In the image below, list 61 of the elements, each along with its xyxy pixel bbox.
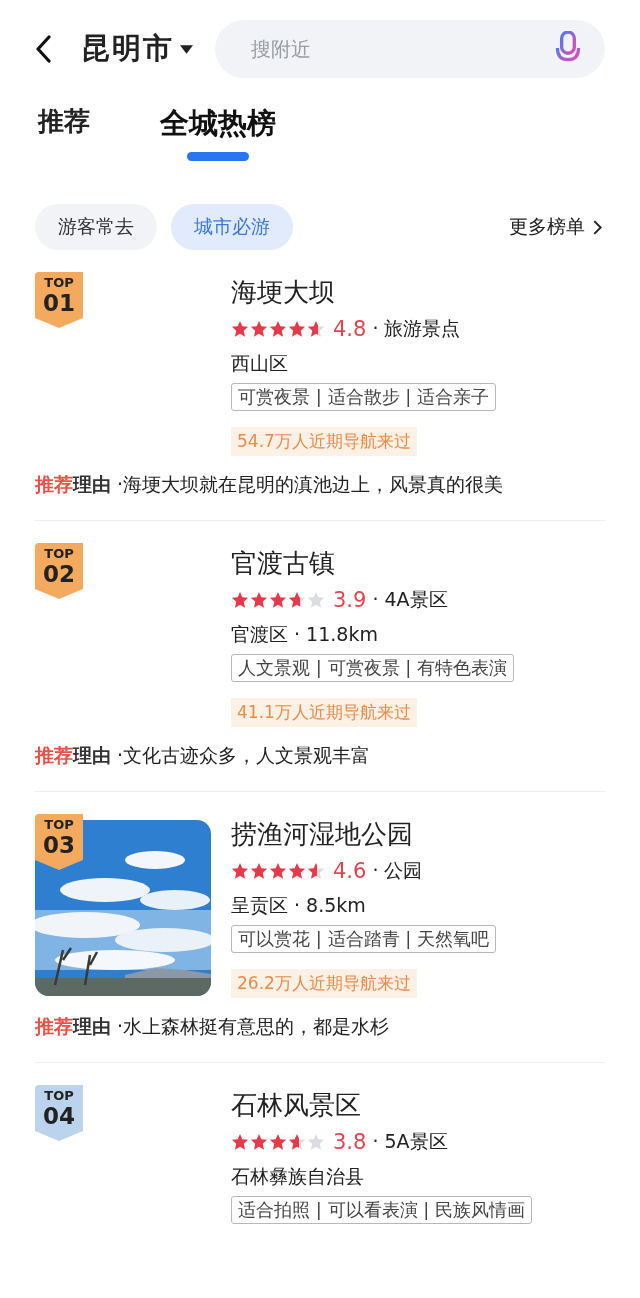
star-icon bbox=[307, 1133, 325, 1151]
place-name[interactable]: 海埂大坝 bbox=[231, 272, 335, 312]
star-icon bbox=[269, 862, 287, 880]
star-icon bbox=[288, 862, 306, 880]
category-label: · 5A景区 bbox=[372, 1129, 448, 1154]
feature-tags: 人文景观 | 可赏夜景 | 有特色表演 bbox=[231, 654, 514, 682]
star-icon bbox=[250, 1133, 268, 1151]
location-text: 官渡区 · 11.8km bbox=[231, 622, 378, 647]
category-label: · 旅游景点 bbox=[372, 316, 461, 341]
back-icon[interactable] bbox=[35, 35, 51, 63]
tab[interactable]: 全城热榜 bbox=[160, 104, 276, 144]
feature-tags: 适合拍照 | 可以看表演 | 民族风情画 bbox=[231, 1196, 532, 1224]
visit-count: 26.2万人近期导航来过 bbox=[231, 969, 417, 998]
star-icon bbox=[307, 320, 325, 338]
star-icon bbox=[288, 1133, 306, 1151]
star-icon bbox=[269, 1133, 287, 1151]
tab[interactable]: 推荐 bbox=[38, 104, 90, 139]
category-label: · 4A景区 bbox=[372, 587, 448, 612]
category-label: · 公园 bbox=[372, 858, 423, 883]
more-lists-link[interactable]: 更多榜单 bbox=[509, 214, 602, 240]
star-icon bbox=[269, 591, 287, 609]
star-icon bbox=[250, 320, 268, 338]
filter-chip[interactable]: 城市必游 bbox=[171, 204, 293, 250]
star-icon bbox=[231, 862, 249, 880]
recommend-reason: 推荐理由 ·文化古迹众多，人文景观丰富 bbox=[35, 743, 372, 768]
place-name[interactable]: 捞渔河湿地公园 bbox=[231, 814, 413, 854]
rating-score: 3.9 bbox=[333, 588, 367, 612]
search-field[interactable]: 搜附近 bbox=[215, 20, 605, 78]
visit-count: 41.1万人近期导航来过 bbox=[231, 698, 417, 727]
star-icon bbox=[307, 591, 325, 609]
place-name[interactable]: 石林风景区 bbox=[231, 1085, 361, 1125]
star-icon bbox=[250, 862, 268, 880]
location-text: 石林彝族自治县 bbox=[231, 1164, 364, 1189]
rating-score: 4.6 bbox=[333, 859, 367, 883]
rank-badge: TOP 01 bbox=[35, 272, 83, 328]
recommend-reason: 推荐理由 ·海埂大坝就在昆明的滇池边上，风景真的很美 bbox=[35, 472, 505, 497]
star-icon bbox=[307, 862, 325, 880]
tab-indicator bbox=[187, 152, 249, 161]
star-icon bbox=[231, 1133, 249, 1151]
place-name[interactable]: 官渡古镇 bbox=[231, 543, 335, 583]
rank-badge: TOP 03 bbox=[35, 814, 83, 870]
star-icon bbox=[231, 320, 249, 338]
location-text: 呈贡区 · 8.5km bbox=[231, 893, 366, 918]
rating-score: 4.8 bbox=[333, 317, 367, 341]
star-icon bbox=[250, 591, 268, 609]
chevron-right-icon bbox=[593, 219, 602, 235]
feature-tags: 可赏夜景 | 适合散步 | 适合亲子 bbox=[231, 383, 496, 411]
rating-score: 3.8 bbox=[333, 1130, 367, 1154]
rank-badge: TOP 02 bbox=[35, 543, 83, 599]
star-icon bbox=[288, 320, 306, 338]
filter-chip[interactable]: 游客常去 bbox=[35, 204, 157, 250]
visit-count: 54.7万人近期导航来过 bbox=[231, 427, 417, 456]
star-icon bbox=[269, 320, 287, 338]
city-selector[interactable]: 昆明市 bbox=[81, 29, 193, 69]
rank-badge: TOP 04 bbox=[35, 1085, 83, 1141]
caret-icon bbox=[180, 44, 193, 54]
location-text: 西山区 bbox=[231, 351, 288, 376]
star-icon bbox=[288, 591, 306, 609]
feature-tags: 可以赏花 | 适合踏青 | 天然氧吧 bbox=[231, 925, 496, 953]
star-icon bbox=[231, 591, 249, 609]
recommend-reason: 推荐理由 ·水上森林挺有意思的，都是水杉 bbox=[35, 1014, 391, 1039]
